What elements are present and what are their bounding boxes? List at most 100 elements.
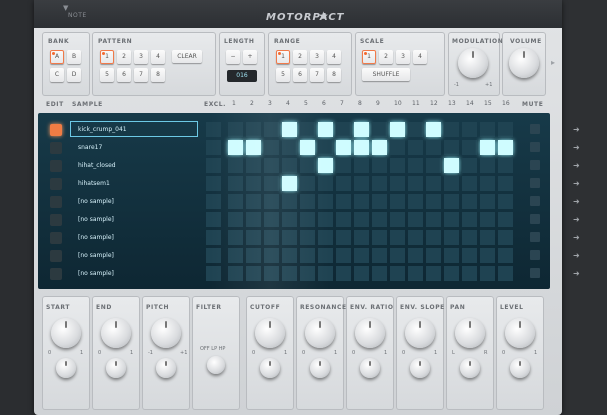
track-edit-button[interactable] xyxy=(50,160,62,172)
track-sample-name[interactable]: [no sample] xyxy=(78,270,114,277)
step-cell[interactable] xyxy=(390,140,405,155)
step-cell[interactable] xyxy=(462,194,477,209)
track-mute-button[interactable] xyxy=(530,142,540,152)
track-mute-button[interactable] xyxy=(530,250,540,260)
shuffle-button[interactable]: SHUFFLE xyxy=(362,68,410,81)
step-cell[interactable] xyxy=(462,176,477,191)
step-cell[interactable] xyxy=(390,122,405,137)
track-sample-name[interactable]: [no sample] xyxy=(78,234,114,241)
step-cell[interactable] xyxy=(336,194,351,209)
step-cell[interactable] xyxy=(426,194,441,209)
step-cell[interactable] xyxy=(462,212,477,227)
step-cell[interactable] xyxy=(336,230,351,245)
step-cell[interactable] xyxy=(444,230,459,245)
step-cell[interactable] xyxy=(408,158,423,173)
track-edit-button[interactable] xyxy=(50,124,62,136)
track-edit-button[interactable] xyxy=(50,196,62,208)
step-cell[interactable] xyxy=(408,140,423,155)
range-key-8[interactable]: 8 xyxy=(327,68,341,82)
track-edit-button[interactable] xyxy=(50,214,62,226)
step-cell[interactable] xyxy=(372,122,387,137)
range-key-4[interactable]: 4 xyxy=(327,50,341,64)
step-cell[interactable] xyxy=(462,158,477,173)
step-cell[interactable] xyxy=(462,230,477,245)
track-edit-button[interactable] xyxy=(50,142,62,154)
step-cell[interactable] xyxy=(336,140,351,155)
step-cell[interactable] xyxy=(498,248,513,263)
step-cell[interactable] xyxy=(462,248,477,263)
control-knob[interactable] xyxy=(255,318,285,348)
volume-knob[interactable] xyxy=(509,48,539,78)
step-cell[interactable] xyxy=(444,212,459,227)
modulation-amount-knob[interactable] xyxy=(460,358,480,378)
step-cell[interactable] xyxy=(372,230,387,245)
step-cell[interactable] xyxy=(480,122,495,137)
step-cell[interactable] xyxy=(354,212,369,227)
control-knob[interactable] xyxy=(455,318,485,348)
track-mute-button[interactable] xyxy=(530,178,540,188)
track-mute-button[interactable] xyxy=(530,124,540,134)
note-label[interactable]: NOTE xyxy=(68,12,87,19)
step-cell[interactable] xyxy=(336,266,351,281)
track-edit-button[interactable] xyxy=(50,232,62,244)
step-cell[interactable] xyxy=(390,158,405,173)
modulation-amount-knob[interactable] xyxy=(410,358,430,378)
track-mute-button[interactable] xyxy=(530,214,540,224)
modulation-amount-knob[interactable] xyxy=(260,358,280,378)
step-cell[interactable] xyxy=(408,122,423,137)
step-cell[interactable] xyxy=(372,140,387,155)
step-cell[interactable] xyxy=(336,122,351,137)
track-sample-name[interactable]: [no sample] xyxy=(78,216,114,223)
step-cell[interactable] xyxy=(390,212,405,227)
step-cell[interactable] xyxy=(408,212,423,227)
control-knob[interactable] xyxy=(505,318,535,348)
step-cell[interactable] xyxy=(354,122,369,137)
step-cell[interactable] xyxy=(480,158,495,173)
length-plus-button[interactable]: + xyxy=(243,50,257,64)
control-knob[interactable] xyxy=(151,318,181,348)
step-cell[interactable] xyxy=(480,230,495,245)
step-cell[interactable] xyxy=(390,194,405,209)
pattern-key-8[interactable]: 8 xyxy=(151,68,165,82)
step-cell[interactable] xyxy=(354,194,369,209)
step-cell[interactable] xyxy=(444,194,459,209)
step-cell[interactable] xyxy=(444,122,459,137)
track-mute-button[interactable] xyxy=(530,232,540,242)
track-edit-button[interactable] xyxy=(50,178,62,190)
control-knob[interactable] xyxy=(405,318,435,348)
step-cell[interactable] xyxy=(498,140,513,155)
note-dropdown-icon[interactable]: ▼ xyxy=(63,4,68,12)
step-cell[interactable] xyxy=(372,248,387,263)
step-cell[interactable] xyxy=(480,248,495,263)
step-cell[interactable] xyxy=(426,230,441,245)
step-cell[interactable] xyxy=(336,248,351,263)
scale-key-4[interactable]: 4 xyxy=(413,50,427,64)
step-cell[interactable] xyxy=(444,266,459,281)
track-mute-button[interactable] xyxy=(530,268,540,278)
scale-key-3[interactable]: 3 xyxy=(396,50,410,64)
step-cell[interactable] xyxy=(462,266,477,281)
step-cell[interactable] xyxy=(426,248,441,263)
pattern-key-5[interactable]: 5 xyxy=(100,68,114,82)
step-cell[interactable] xyxy=(408,176,423,191)
range-key-5[interactable]: 5 xyxy=(276,68,290,82)
pattern-key-7[interactable]: 7 xyxy=(134,68,148,82)
step-cell[interactable] xyxy=(354,230,369,245)
modulation-knob[interactable] xyxy=(458,48,488,78)
step-cell[interactable] xyxy=(498,194,513,209)
pattern-key-2[interactable]: 2 xyxy=(117,50,131,64)
track-edit-button[interactable] xyxy=(50,268,62,280)
step-cell[interactable] xyxy=(336,212,351,227)
step-cell[interactable] xyxy=(426,212,441,227)
step-cell[interactable] xyxy=(390,176,405,191)
step-cell[interactable] xyxy=(372,158,387,173)
control-knob[interactable] xyxy=(355,318,385,348)
filter-mode-knob[interactable] xyxy=(207,356,225,374)
step-cell[interactable] xyxy=(444,158,459,173)
step-cell[interactable] xyxy=(444,176,459,191)
step-cell[interactable] xyxy=(444,140,459,155)
track-mute-button[interactable] xyxy=(530,196,540,206)
length-minus-button[interactable]: − xyxy=(226,50,240,64)
step-cell[interactable] xyxy=(498,266,513,281)
step-cell[interactable] xyxy=(372,194,387,209)
